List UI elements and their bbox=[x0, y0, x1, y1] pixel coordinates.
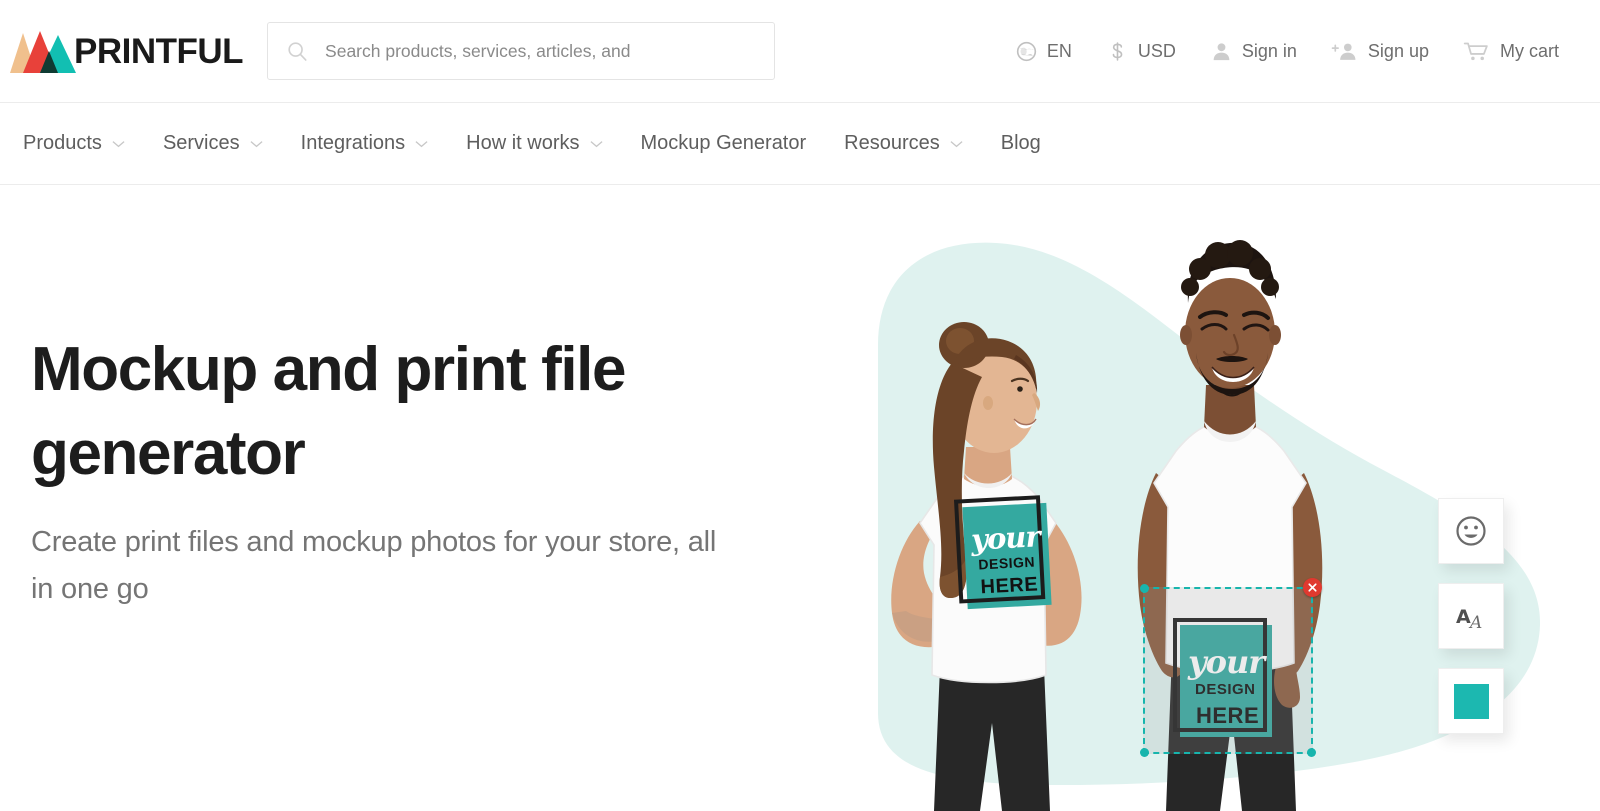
selection-handle-bottom-right[interactable] bbox=[1307, 748, 1316, 757]
sign-up-label: Sign up bbox=[1367, 41, 1429, 61]
nav-item-services[interactable]: Services bbox=[144, 122, 282, 165]
nav-label-products: Products bbox=[23, 132, 102, 154]
nav-label-mockup-generator: Mockup Generator bbox=[640, 132, 807, 154]
language-selector[interactable]: EN bbox=[998, 34, 1089, 69]
nav-item-blog[interactable]: Blog bbox=[982, 122, 1060, 165]
language-label: EN bbox=[1046, 41, 1072, 61]
clipart-tool-button[interactable] bbox=[1438, 498, 1504, 564]
selection-handle-top-left[interactable] bbox=[1140, 584, 1149, 593]
search-input[interactable] bbox=[325, 40, 757, 62]
nav-label-services: Services bbox=[162, 132, 240, 154]
chevron-down-icon bbox=[415, 140, 428, 147]
search-box[interactable] bbox=[267, 22, 776, 80]
chevron-down-icon bbox=[112, 140, 125, 147]
shirt-design-woman: your DESIGN HERE bbox=[953, 495, 1052, 610]
nav-item-mockup-generator[interactable]: Mockup Generator bbox=[622, 122, 826, 165]
svg-text:A: A bbox=[1456, 606, 1471, 628]
chevron-down-icon bbox=[950, 140, 963, 147]
cart-label: My cart bbox=[1499, 41, 1559, 61]
hero-section: Mockup and print file generator Create p… bbox=[0, 185, 1600, 811]
chevron-down-icon bbox=[590, 140, 603, 147]
sign-in-link[interactable]: Sign in bbox=[1193, 34, 1314, 69]
hero-copy: Mockup and print file generator Create p… bbox=[31, 328, 731, 613]
sign-in-label: Sign in bbox=[1241, 41, 1297, 61]
globe-icon bbox=[1016, 41, 1036, 62]
design-line3: HERE bbox=[980, 573, 1039, 599]
nav-label-integrations: Integrations bbox=[300, 132, 406, 154]
utility-nav: EN USD Sign in Sign up My cart bbox=[998, 0, 1576, 103]
smiley-icon bbox=[1456, 516, 1486, 546]
close-icon bbox=[1308, 583, 1317, 592]
selection-handle-bottom-left[interactable] bbox=[1140, 748, 1149, 757]
design-script-text: your bbox=[970, 519, 1041, 557]
nav-item-how-it-works[interactable]: How it works bbox=[447, 122, 621, 165]
color-tool-button[interactable] bbox=[1438, 668, 1504, 734]
user-plus-icon bbox=[1331, 43, 1356, 60]
sign-up-link[interactable]: Sign up bbox=[1314, 34, 1446, 69]
color-swatch-icon bbox=[1453, 683, 1489, 719]
currency-label: USD bbox=[1137, 41, 1176, 61]
nav-item-resources[interactable]: Resources bbox=[825, 122, 982, 165]
hero-subtitle: Create print files and mockup photos for… bbox=[31, 526, 717, 606]
remove-design-button[interactable] bbox=[1303, 578, 1322, 597]
site-header: PRINTFUL EN USD bbox=[0, 0, 1600, 103]
printful-logo[interactable]: PRINTFUL bbox=[10, 27, 244, 75]
design-line2: DESIGN bbox=[977, 553, 1036, 573]
cart-link[interactable]: My cart bbox=[1446, 34, 1576, 69]
search-icon bbox=[288, 42, 307, 61]
nav-label-blog: Blog bbox=[1000, 132, 1041, 154]
chevron-down-icon bbox=[250, 140, 263, 147]
currency-selector[interactable]: USD bbox=[1089, 34, 1193, 69]
design-selection-box[interactable] bbox=[1140, 578, 1322, 757]
nav-item-integrations[interactable]: Integrations bbox=[282, 122, 448, 165]
nav-label-resources: Resources bbox=[844, 132, 940, 154]
cart-icon bbox=[1463, 42, 1488, 61]
dollar-icon bbox=[1112, 42, 1123, 61]
nav-label-how-it-works: How it works bbox=[466, 132, 580, 154]
nav-item-products[interactable]: Products bbox=[4, 122, 144, 165]
main-navigation: Products Services Integrations How it wo… bbox=[0, 103, 1600, 185]
text-aa-icon: A A bbox=[1456, 606, 1482, 633]
printful-wordmark: PRINTFUL bbox=[74, 31, 244, 71]
page-title: Mockup and print file generator bbox=[31, 335, 626, 488]
editor-tool-panel: A A bbox=[1438, 498, 1504, 734]
user-icon bbox=[1213, 43, 1230, 61]
text-tool-button[interactable]: A A bbox=[1438, 583, 1504, 649]
printful-logo-mark bbox=[10, 31, 76, 73]
svg-text:A: A bbox=[1468, 613, 1482, 633]
